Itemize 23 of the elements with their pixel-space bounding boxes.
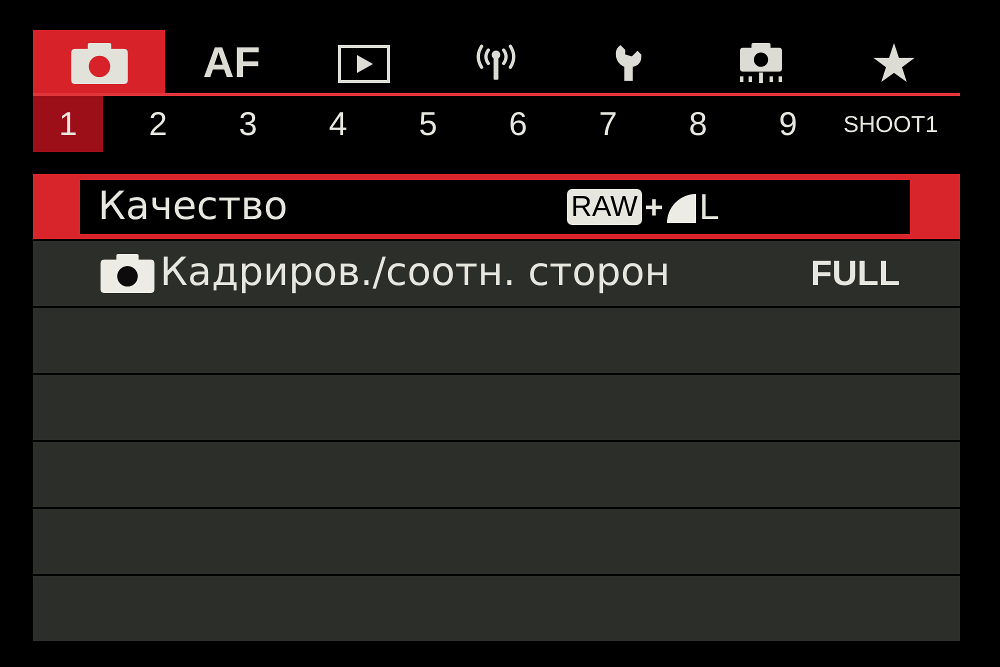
size-value: L <box>699 189 720 225</box>
star-icon <box>872 42 915 82</box>
page-tab[interactable]: 5 <box>393 96 463 152</box>
setting-name: Качество <box>98 186 288 228</box>
page-title: SHOOT1 <box>843 110 939 138</box>
setting-name: Кадриров./соотн. сторон <box>160 252 670 295</box>
play-icon <box>338 44 390 82</box>
page-tab[interactable]: 9 <box>753 96 823 152</box>
page-tab[interactable]: 7 <box>573 96 643 152</box>
camera-dots-icon <box>739 42 784 82</box>
page-tab[interactable]: 6 <box>483 96 553 152</box>
setting-value: FULL <box>810 256 900 291</box>
raw-badge: RAW <box>567 189 642 225</box>
page-tab[interactable]: 8 <box>663 96 733 152</box>
plus-sign: + <box>644 191 664 223</box>
menu-row[interactable]: Кадриров./соотн. сторон FULL <box>33 241 960 306</box>
page-tab[interactable]: 1 <box>33 96 103 152</box>
page-tab[interactable]: 2 <box>123 96 193 152</box>
page-tab[interactable]: 3 <box>213 96 283 152</box>
menu-tab[interactable]: AF <box>165 30 298 93</box>
page-tab[interactable]: 4 <box>303 96 373 152</box>
camera-icon <box>70 43 128 84</box>
menu-row[interactable]: Качество RAW + L <box>33 174 960 239</box>
